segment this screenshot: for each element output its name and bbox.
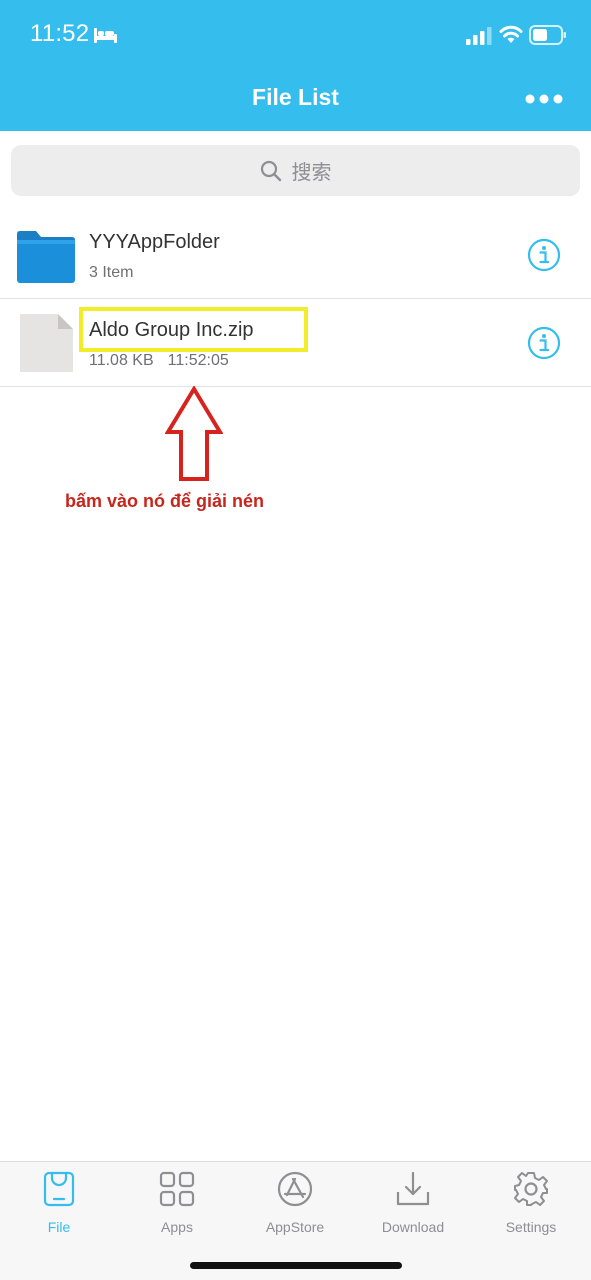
- status-time: 11:52: [30, 20, 90, 47]
- battery-icon: [529, 25, 566, 45]
- more-options-icon[interactable]: [525, 93, 563, 105]
- file-tab-icon: [43, 1171, 75, 1207]
- info-icon[interactable]: [527, 238, 561, 272]
- tab-appstore[interactable]: AppStore: [236, 1170, 354, 1240]
- gear-icon: [514, 1172, 548, 1206]
- up-arrow-annotation-icon: [165, 386, 223, 481]
- tab-label: Download: [381, 1219, 445, 1235]
- search-placeholder: 搜索: [291, 162, 332, 184]
- tab-apps[interactable]: Apps: [118, 1170, 236, 1240]
- download-icon: [396, 1171, 430, 1206]
- tab-settings[interactable]: Settings: [472, 1170, 590, 1240]
- tab-label: File: [47, 1219, 71, 1235]
- file-icon: [20, 314, 73, 372]
- tab-label: AppStore: [265, 1219, 325, 1235]
- file-time: 11:52:05: [167, 352, 229, 369]
- file-detail: 3 Item: [89, 264, 147, 282]
- folder-icon: [17, 231, 75, 283]
- tab-download[interactable]: Download: [354, 1170, 472, 1240]
- file-size: 11.08 KB: [89, 352, 154, 369]
- cellular-signal-icon: [466, 27, 492, 45]
- tab-file[interactable]: File: [0, 1170, 118, 1240]
- page-title: File List: [252, 84, 339, 110]
- wifi-icon: [499, 25, 523, 43]
- item-count: 3 Item: [89, 264, 134, 281]
- sleep-focus-icon: [94, 28, 117, 43]
- apps-grid-icon: [159, 1171, 195, 1207]
- search-icon: [260, 160, 281, 181]
- search-input[interactable]: 搜索: [11, 145, 580, 196]
- highlight-box: [79, 307, 308, 352]
- appstore-icon: [277, 1171, 313, 1207]
- file-detail: 11.08 KB 11:52:05: [89, 352, 243, 370]
- app-header: 11:52 File List: [0, 0, 591, 131]
- tab-label: Settings: [505, 1219, 557, 1235]
- home-indicator[interactable]: [190, 1262, 402, 1269]
- annotation-note: bấm vào nó để giải nén: [65, 491, 265, 511]
- info-icon[interactable]: [527, 326, 561, 360]
- list-item-folder[interactable]: YYYAppFolder 3 Item: [0, 211, 591, 299]
- status-bar: 11:52: [0, 0, 591, 70]
- tab-label: Apps: [161, 1219, 193, 1235]
- file-name: YYYAppFolder: [89, 231, 220, 253]
